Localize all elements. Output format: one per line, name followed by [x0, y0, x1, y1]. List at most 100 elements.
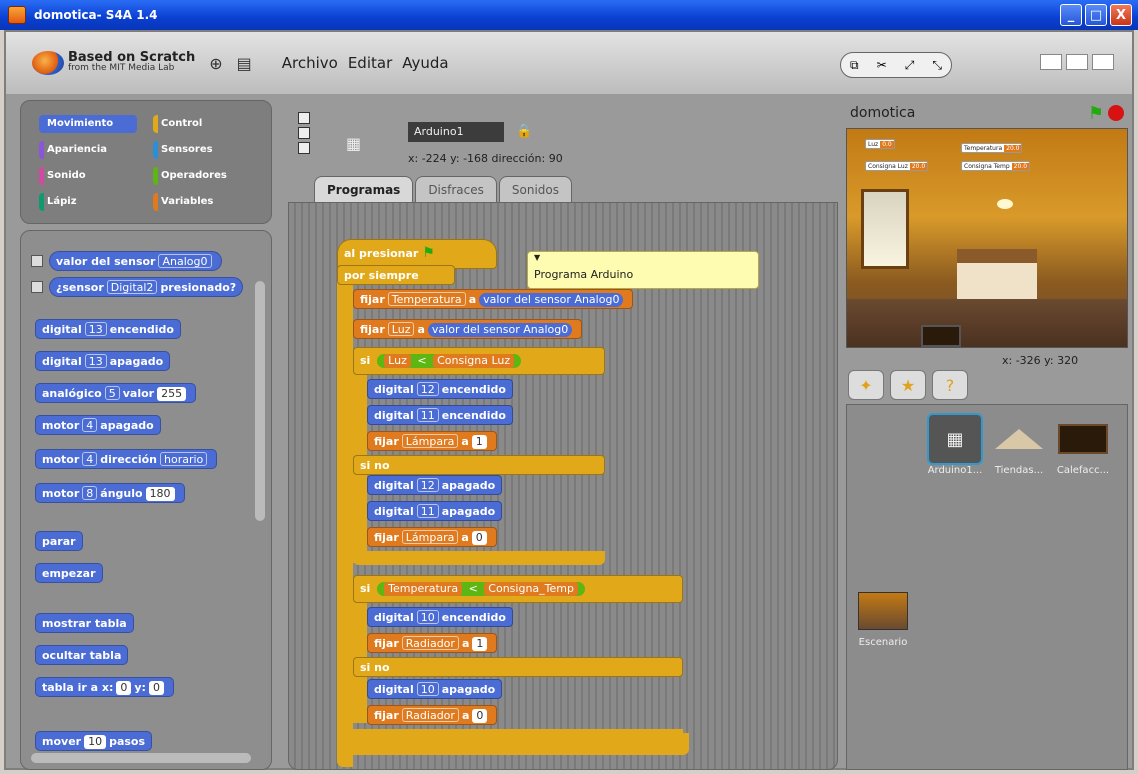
- grow-icon[interactable]: ⤢: [905, 58, 915, 73]
- lamp-thumbnail-icon: [991, 413, 1047, 465]
- category-variables[interactable]: Variables: [153, 193, 251, 211]
- monitor-consigna-temp[interactable]: Consigna Temp 20.0: [961, 161, 1031, 171]
- tab-disfraces[interactable]: Disfraces: [415, 176, 497, 203]
- palette-motor-angle[interactable]: motor 8 ángulo 180: [35, 483, 185, 503]
- set-luz-block[interactable]: fijar Luz a valor del sensor Analog0: [353, 319, 583, 339]
- sprite-coords: x: -224 y: -168 dirección: 90: [408, 152, 563, 165]
- no-rotate-icon[interactable]: [298, 142, 310, 154]
- forever-block[interactable]: por siempre: [337, 265, 455, 285]
- heater-thumbnail-icon: [1055, 413, 1111, 465]
- random-sprite-icon[interactable]: ?: [932, 370, 968, 400]
- monitor-temperatura[interactable]: Temperatura 20.0: [961, 143, 1023, 153]
- if2-bottom: [353, 729, 683, 743]
- category-control[interactable]: Control: [153, 115, 251, 133]
- sprite-arduino[interactable]: ▦ Arduino1...: [923, 413, 987, 476]
- sprite-thumbnail-icon: ▦: [346, 134, 362, 153]
- maximize-button[interactable]: □: [1085, 4, 1107, 26]
- choose-sprite-icon[interactable]: ★: [890, 370, 926, 400]
- project-title: domotica: [850, 105, 916, 121]
- palette-show-board[interactable]: mostrar tabla: [35, 613, 134, 633]
- rotation-style-buttons: [298, 112, 310, 154]
- toolbar: Based on Scratch from the MIT Media Lab …: [6, 32, 1132, 94]
- palette-sensor-pressed[interactable]: ¿sensor Digital2 presionado?: [49, 277, 244, 297]
- stage-item[interactable]: Escenario: [851, 585, 915, 648]
- category-lapiz[interactable]: Lápiz: [39, 193, 137, 211]
- palette-board-goto[interactable]: tabla ir a x: 0 y: 0: [35, 677, 174, 697]
- sensor-pressed-checkbox[interactable]: [31, 281, 43, 293]
- minimize-button[interactable]: _: [1060, 4, 1082, 26]
- category-apariencia[interactable]: Apariencia: [39, 141, 137, 159]
- lock-icon[interactable]: 🔒: [516, 124, 532, 139]
- tab-programas[interactable]: Programas: [314, 176, 414, 203]
- block-palette: valor del sensor Analog0 ¿sensor Digital2 p…: [20, 230, 272, 770]
- script-comment[interactable]: Programa Arduino: [527, 251, 759, 289]
- palette-hide-board[interactable]: ocultar tabla: [35, 645, 129, 665]
- palette-start[interactable]: empezar: [35, 563, 103, 583]
- palette-digital-off[interactable]: digital 13 apagado: [35, 351, 171, 371]
- digital-12-on[interactable]: digital 12 encendido: [367, 379, 513, 399]
- presentation-icon[interactable]: [1092, 54, 1114, 70]
- lamp-sprite[interactable]: [997, 199, 1013, 209]
- if-else-luz-block[interactable]: si Luz < Consigna Luz: [353, 347, 605, 375]
- palette-move[interactable]: mover 10 pasos: [35, 731, 153, 751]
- close-button[interactable]: X: [1110, 4, 1132, 26]
- set-temperatura-block[interactable]: fijar Temperatura a valor del sensor Analog…: [353, 289, 634, 309]
- small-stage-icon[interactable]: [1040, 54, 1062, 70]
- digital-11-off[interactable]: digital 11 apagado: [367, 501, 503, 521]
- set-lampara-1[interactable]: fijar Lámpara a 1: [367, 431, 497, 451]
- green-flag-button[interactable]: ⚑: [1088, 103, 1104, 124]
- monitor-consigna-luz[interactable]: Consigna Luz 20.0: [865, 161, 929, 171]
- flip-icon[interactable]: [298, 127, 310, 139]
- bed-image: [957, 249, 1037, 299]
- sprite-tiendas[interactable]: Tiendas...: [987, 413, 1051, 476]
- scratch-logo[interactable]: Based on Scratch from the MIT Media Lab: [32, 51, 195, 75]
- category-sonido[interactable]: Sonido: [39, 167, 137, 185]
- set-radiador-0[interactable]: fijar Radiador a 0: [367, 705, 498, 725]
- script-area[interactable]: al presionar ⚑ por siempre fijar Temperat…: [288, 202, 838, 770]
- digital-10-off[interactable]: digital 10 apagado: [367, 679, 503, 699]
- palette-sensor-value[interactable]: valor del sensor Analog0: [49, 251, 222, 271]
- category-sensores[interactable]: Sensores: [153, 141, 251, 159]
- sprite-name-field[interactable]: Arduino1: [408, 122, 504, 142]
- palette-analog[interactable]: analógico 5 valor 255: [35, 383, 197, 403]
- palette-stop[interactable]: parar: [35, 531, 83, 551]
- set-lampara-0[interactable]: fijar Lámpara a 0: [367, 527, 497, 547]
- logo-title: Based on Scratch: [68, 50, 196, 65]
- palette-motor-off[interactable]: motor 4 apagado: [35, 415, 161, 435]
- paint-new-sprite-icon[interactable]: ✦: [848, 370, 884, 400]
- digital-12-off[interactable]: digital 12 apagado: [367, 475, 503, 495]
- digital-10-on[interactable]: digital 10 encendido: [367, 607, 513, 627]
- sprite-calefaccion[interactable]: Calefacc...: [1051, 413, 1115, 476]
- else-label-2: si no: [353, 657, 683, 677]
- if-else-temp-block[interactable]: si Temperatura < Consigna_Temp: [353, 575, 683, 603]
- arduino-thumbnail-icon: ▦: [927, 413, 983, 465]
- delete-icon[interactable]: ✂: [877, 58, 887, 72]
- editor-tabs: Programas Disfraces Sonidos: [314, 176, 572, 203]
- category-movimiento[interactable]: Movimiento: [39, 115, 137, 133]
- sensor-value-checkbox[interactable]: [31, 255, 43, 267]
- stage-header: domotica ⚑: [844, 98, 1130, 128]
- menu-ayuda[interactable]: Ayuda: [402, 54, 448, 72]
- stage[interactable]: Luz 0.0 Temperatura 20.0 Consigna Luz 20.0 …: [846, 128, 1128, 348]
- menu-editar[interactable]: Editar: [348, 54, 392, 72]
- normal-stage-icon[interactable]: [1066, 54, 1088, 70]
- palette-scrollbar-vertical[interactable]: [255, 281, 265, 521]
- monitor-luz[interactable]: Luz 0.0: [865, 139, 895, 149]
- shrink-icon[interactable]: ⤡: [932, 58, 942, 73]
- app-frame: Based on Scratch from the MIT Media Lab …: [4, 30, 1134, 770]
- palette-scrollbar-horizontal[interactable]: [31, 753, 251, 763]
- stop-button[interactable]: [1108, 105, 1124, 121]
- digital-11-on[interactable]: digital 11 encendido: [367, 405, 513, 425]
- stage-thumbnail-icon: [855, 585, 911, 637]
- palette-motor-direction[interactable]: motor 4 dirección horario: [35, 449, 218, 469]
- duplicate-icon[interactable]: ⧉: [850, 58, 859, 73]
- set-radiador-1[interactable]: fijar Radiador a 1: [367, 633, 498, 653]
- save-icon[interactable]: ▤: [237, 54, 252, 73]
- rotate-icon[interactable]: [298, 112, 310, 124]
- tab-sonidos[interactable]: Sonidos: [498, 176, 572, 203]
- globe-icon[interactable]: ⊕: [209, 54, 222, 73]
- heater-sprite[interactable]: [921, 325, 961, 347]
- palette-digital-on[interactable]: digital 13 encendido: [35, 319, 181, 339]
- category-operadores[interactable]: Operadores: [153, 167, 251, 185]
- menu-archivo[interactable]: Archivo: [282, 54, 338, 72]
